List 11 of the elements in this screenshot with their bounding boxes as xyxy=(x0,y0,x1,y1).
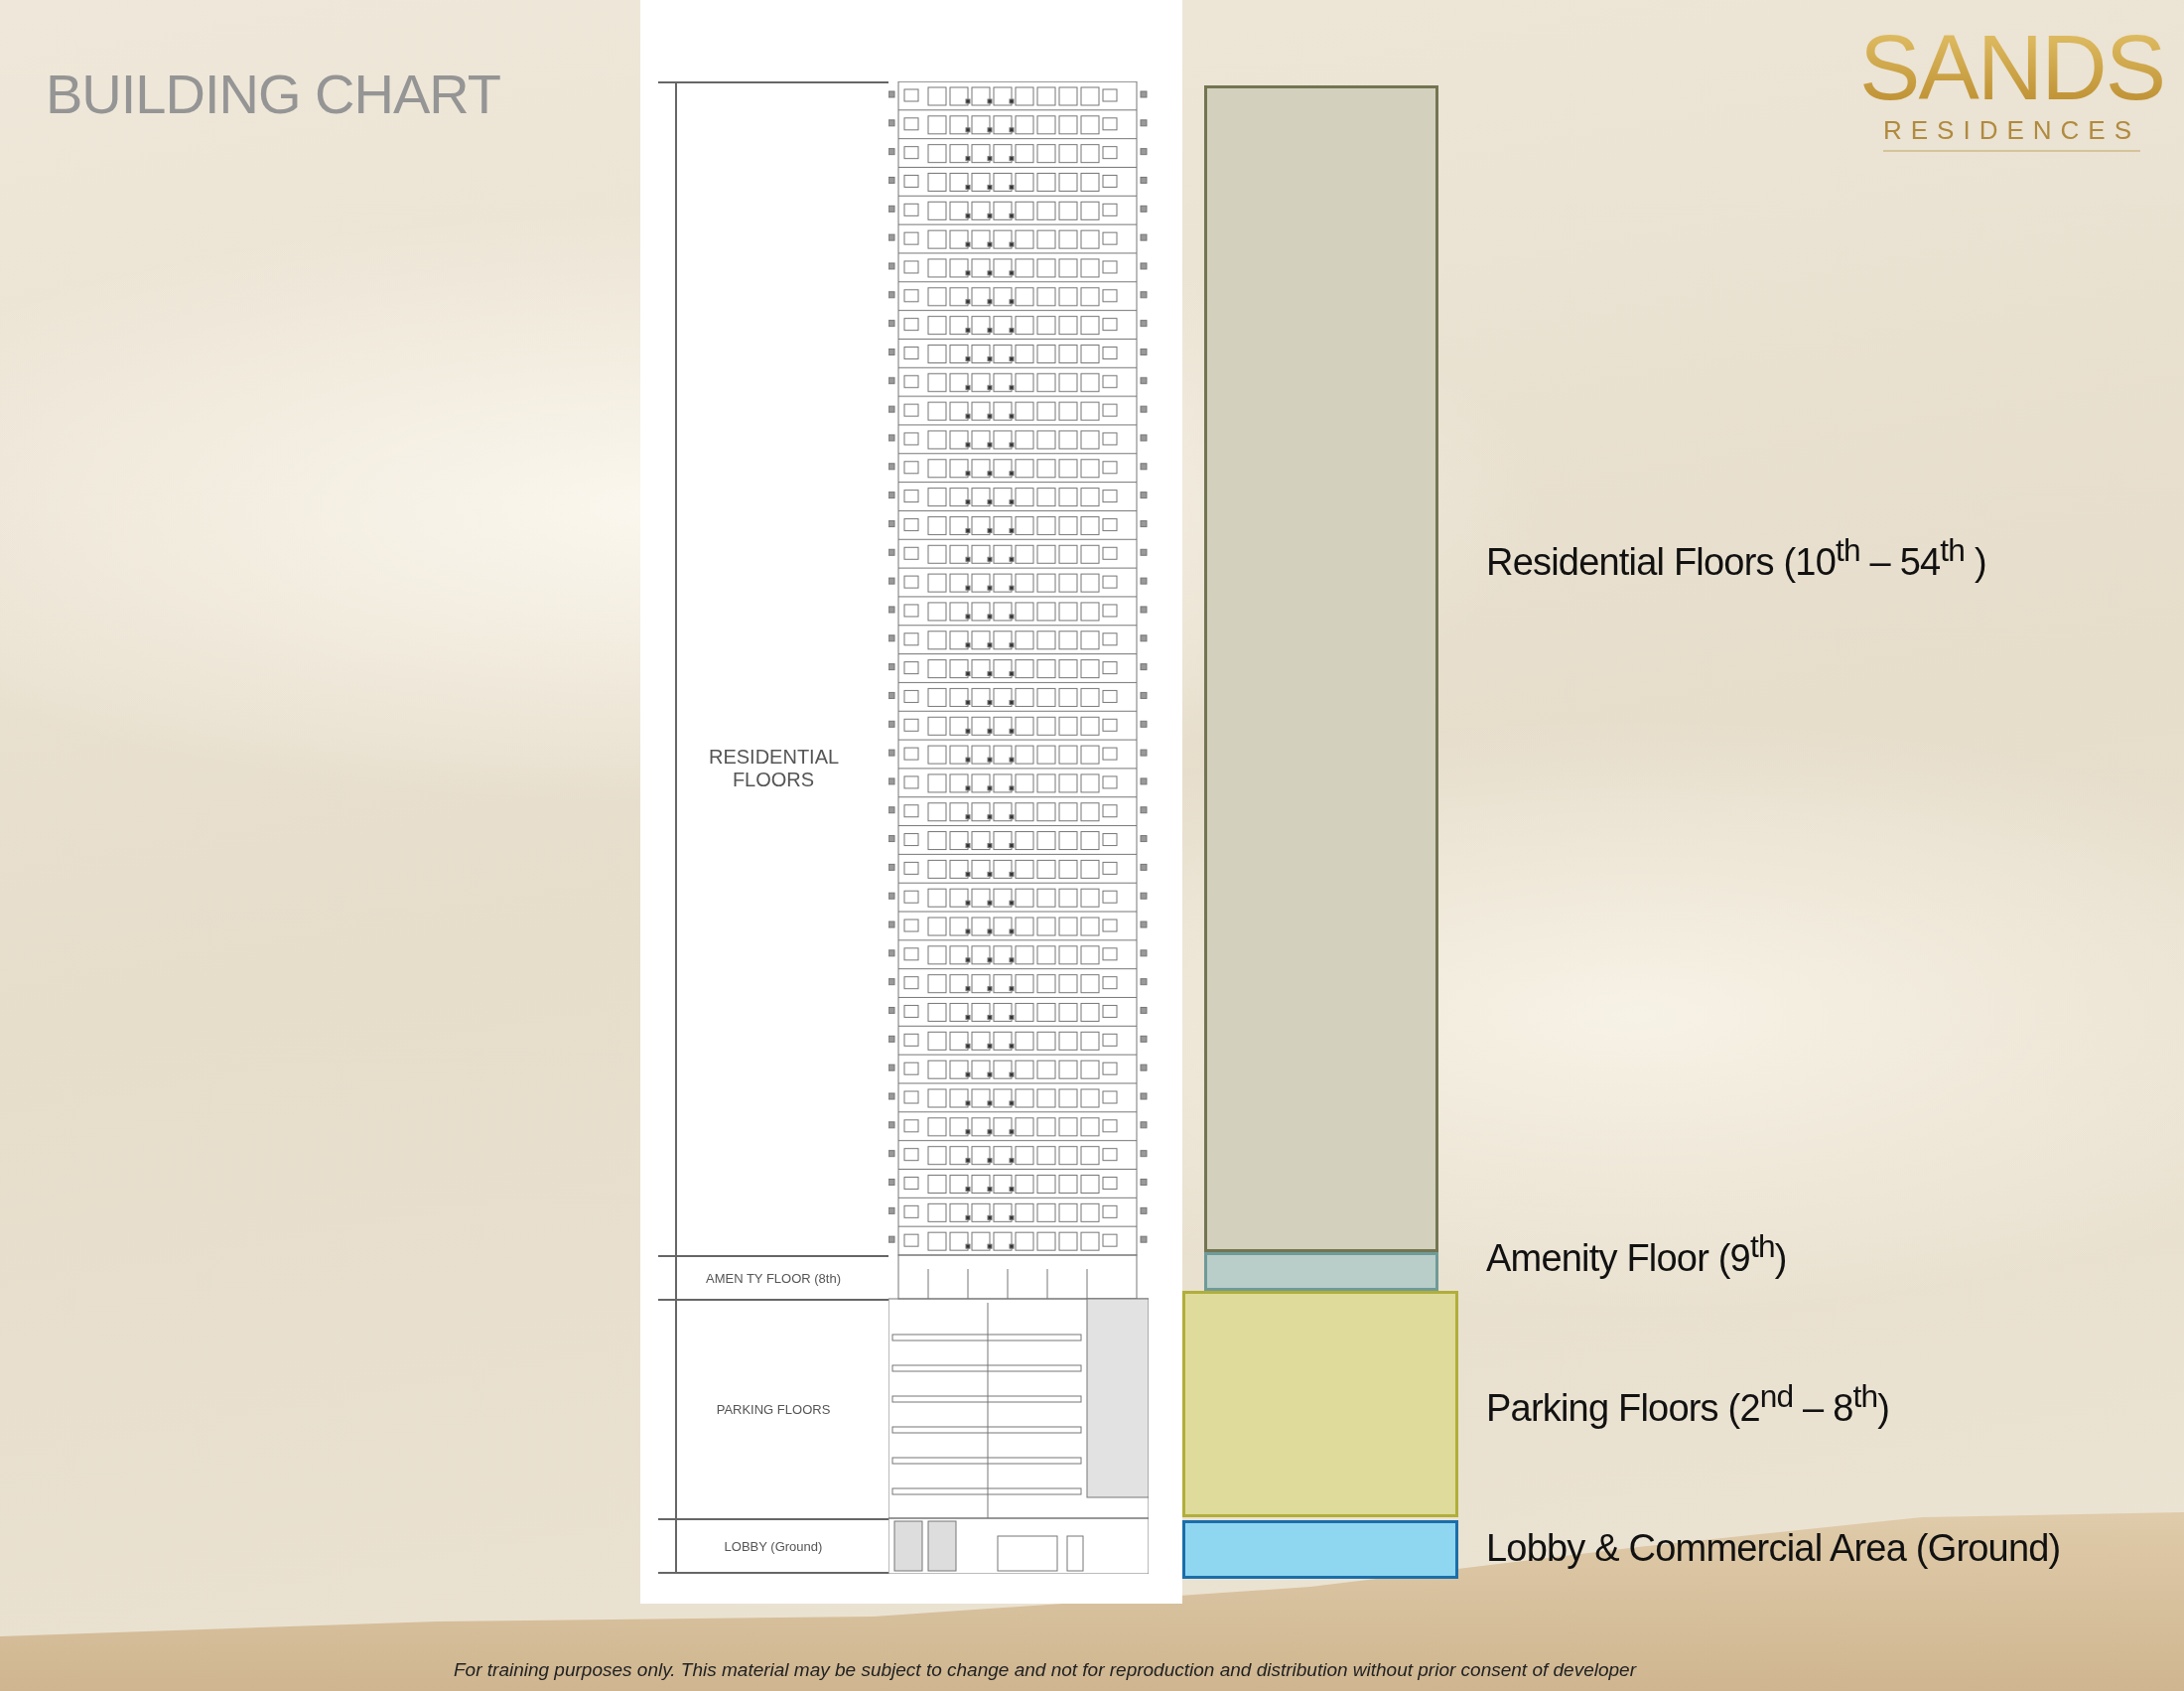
floor-label: Parking Floors (2$^{nd}$ – 8$^{th}$) xyxy=(1485,1378,1891,1430)
floor-label: LOBBY (Ground) xyxy=(724,1538,823,1554)
floor-label: AMEN TY FLOOR (8th) xyxy=(705,1270,842,1286)
floor-label: PARKING FLOORS xyxy=(716,1402,831,1417)
floor-label: Lobby & Commercial Area (Ground) xyxy=(1485,1526,2062,1570)
floor-label: Amenity Floor (9$^{th}$) xyxy=(1485,1228,1788,1280)
logo-tagline: RESIDENCES xyxy=(1883,115,2141,152)
slide-title: BUILDING CHART xyxy=(46,62,501,126)
floor-label: Residential Floors (10$^{th}$ – 54$^{th}$ ) xyxy=(1485,532,1987,584)
disclaimer-text: For training purposes only. This material may be subject to change and not for reproduction and distribution without prior consent of developer xyxy=(454,1658,1636,1681)
floor-label: RESIDENTIAL FLOORS xyxy=(709,746,838,791)
